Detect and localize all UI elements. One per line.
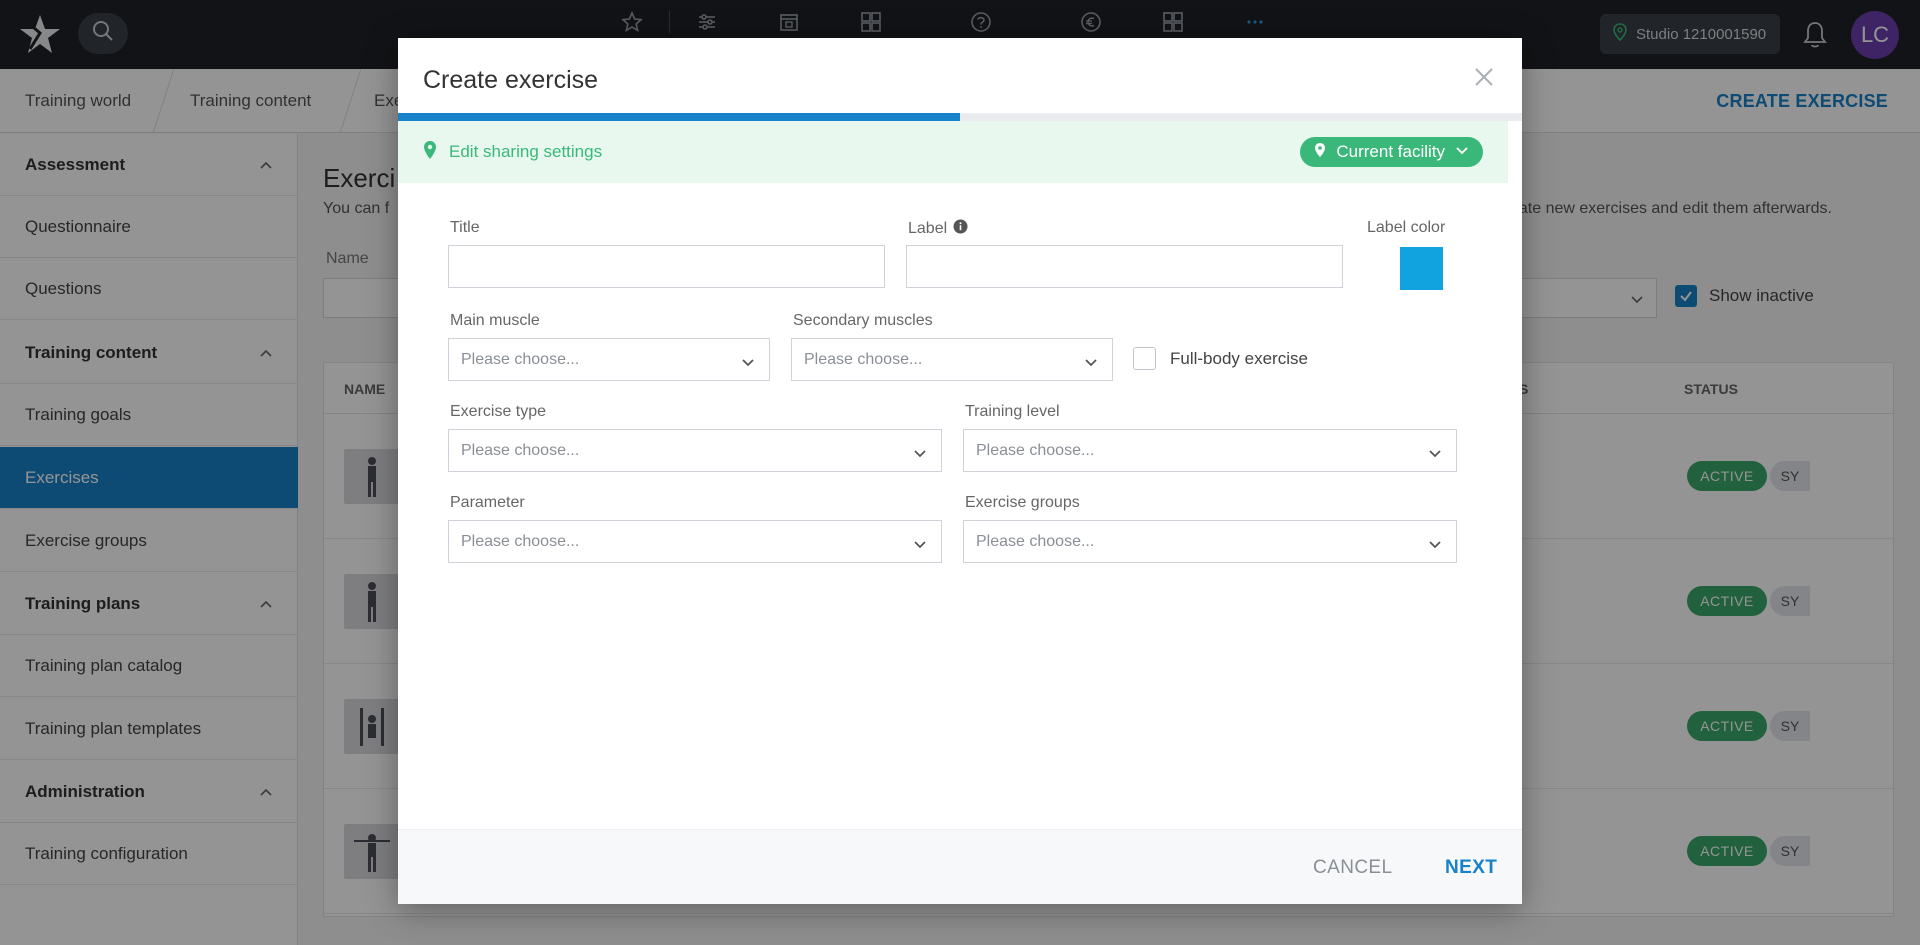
- label-label: Label: [908, 219, 968, 239]
- main-muscle-placeholder: Please choose...: [461, 350, 580, 368]
- exercise-type-placeholder: Please choose...: [461, 441, 580, 459]
- full-body-exercise-toggle[interactable]: Full-body exercise: [1133, 347, 1308, 370]
- chevron-down-icon: [1428, 446, 1442, 465]
- full-body-checkbox[interactable]: [1133, 347, 1156, 370]
- main-muscle-select[interactable]: Please choose...: [448, 338, 770, 381]
- current-facility-dropdown[interactable]: Current facility: [1300, 137, 1483, 167]
- close-icon[interactable]: [1471, 64, 1497, 90]
- dialog-footer: CANCEL NEXT: [398, 829, 1522, 904]
- secondary-muscles-label: Secondary muscles: [793, 312, 933, 330]
- label-input[interactable]: [906, 245, 1343, 288]
- training-level-label-text: Training level: [965, 403, 1060, 420]
- exercise-type-label-text: Exercise type: [450, 403, 547, 420]
- training-level-select[interactable]: Please choose...: [963, 429, 1457, 472]
- info-icon[interactable]: [953, 219, 968, 239]
- main-muscle-label-text: Main muscle: [450, 312, 540, 329]
- next-button[interactable]: NEXT: [1445, 830, 1497, 905]
- step-progress-bar: [398, 113, 1522, 121]
- main-muscle-label: Main muscle: [450, 312, 540, 330]
- exercise-groups-label: Exercise groups: [965, 494, 1080, 512]
- exercise-groups-placeholder: Please choose...: [976, 532, 1095, 550]
- chevron-down-icon: [913, 446, 927, 465]
- training-level-label: Training level: [965, 403, 1060, 421]
- label-color-label-text: Label color: [1367, 219, 1446, 236]
- label-color-picker[interactable]: [1400, 247, 1443, 290]
- current-facility-label: Current facility: [1336, 142, 1445, 161]
- sharing-settings-bar: Edit sharing settings Current facility: [398, 121, 1508, 183]
- title-label-text: Title: [450, 219, 480, 236]
- secondary-muscles-placeholder: Please choose...: [804, 350, 923, 368]
- location-pin-icon: [423, 140, 437, 165]
- exercise-groups-label-text: Exercise groups: [965, 494, 1080, 511]
- training-level-placeholder: Please choose...: [976, 441, 1095, 459]
- parameter-label: Parameter: [450, 494, 525, 512]
- exercise-groups-select[interactable]: Please choose...: [963, 520, 1457, 563]
- location-pin-icon: [1314, 142, 1326, 163]
- chevron-down-icon: [1455, 142, 1469, 162]
- cancel-button[interactable]: CANCEL: [1313, 830, 1392, 905]
- exercise-type-select[interactable]: Please choose...: [448, 429, 942, 472]
- parameter-label-text: Parameter: [450, 494, 525, 511]
- full-body-label: Full-body exercise: [1170, 348, 1308, 368]
- edit-sharing-settings-link[interactable]: Edit sharing settings: [423, 121, 602, 183]
- secondary-muscles-label-text: Secondary muscles: [793, 312, 933, 329]
- parameter-placeholder: Please choose...: [461, 532, 580, 550]
- exercise-type-label: Exercise type: [450, 403, 546, 421]
- label-label-text: Label: [908, 220, 948, 237]
- create-exercise-dialog: Create exercise Edit sharing settings Cu…: [398, 38, 1522, 904]
- dialog-title: Create exercise: [423, 66, 599, 94]
- chevron-down-icon: [1084, 355, 1098, 374]
- title-input[interactable]: [448, 245, 885, 288]
- secondary-muscles-select[interactable]: Please choose...: [791, 338, 1113, 381]
- chevron-down-icon: [913, 537, 927, 556]
- chevron-down-icon: [1428, 537, 1442, 556]
- parameter-select[interactable]: Please choose...: [448, 520, 942, 563]
- chevron-down-icon: [741, 355, 755, 374]
- step-progress-fill: [398, 113, 960, 121]
- label-color-label: Label color: [1367, 219, 1445, 237]
- edit-sharing-settings-label: Edit sharing settings: [449, 142, 603, 161]
- title-label: Title: [450, 219, 480, 237]
